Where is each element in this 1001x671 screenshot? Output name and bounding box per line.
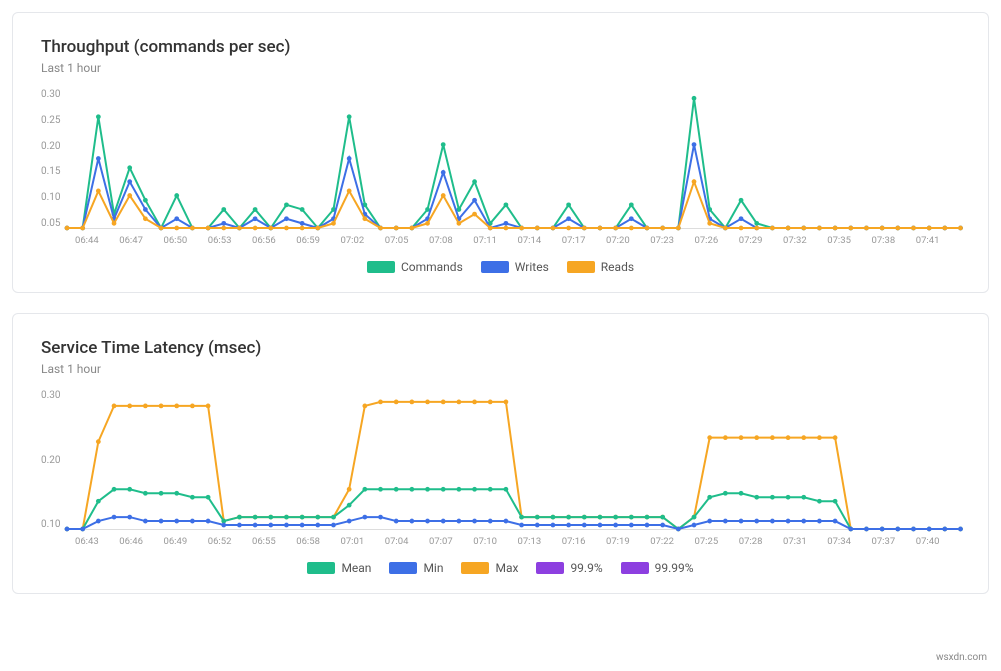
- chart-title: Throughput (commands per sec): [41, 37, 960, 57]
- throughput-chart: 0.300.250.200.150.100.05: [41, 89, 960, 229]
- legend-item-9999[interactable]: 99.99%: [621, 561, 694, 575]
- swatch-icon: [307, 562, 335, 574]
- swatch-icon: [367, 261, 395, 273]
- latency-chart: 0.300.200.10: [41, 390, 960, 530]
- legend-label: Max: [495, 561, 518, 575]
- chart-subtitle: Last 1 hour: [41, 61, 960, 75]
- legend-label: 99.99%: [655, 561, 694, 575]
- throughput-legend: Commands Writes Reads: [41, 260, 960, 274]
- legend-item-commands[interactable]: Commands: [367, 260, 463, 274]
- legend-label: Writes: [515, 260, 549, 274]
- latency-panel: Service Time Latency (msec) Last 1 hour …: [12, 313, 989, 594]
- throughput-panel: Throughput (commands per sec) Last 1 hou…: [12, 12, 989, 293]
- line-chart-svg: [67, 89, 961, 228]
- legend-item-writes[interactable]: Writes: [481, 260, 549, 274]
- chart-subtitle: Last 1 hour: [41, 362, 960, 376]
- line-chart-svg: [67, 390, 961, 529]
- swatch-icon: [567, 261, 595, 273]
- plot-area[interactable]: [67, 390, 961, 530]
- swatch-icon: [536, 562, 564, 574]
- swatch-icon: [621, 562, 649, 574]
- legend-label: Mean: [341, 561, 371, 575]
- x-axis: 06:4406:4706:5006:5306:5606:5907:0207:05…: [75, 229, 960, 246]
- legend-label: Reads: [601, 260, 634, 274]
- legend-item-999[interactable]: 99.9%: [536, 561, 602, 575]
- legend-label: Min: [423, 561, 443, 575]
- swatch-icon: [389, 562, 417, 574]
- chart-title: Service Time Latency (msec): [41, 338, 960, 358]
- legend-item-reads[interactable]: Reads: [567, 260, 634, 274]
- watermark-text: wsxdn.com: [936, 652, 987, 663]
- swatch-icon: [461, 562, 489, 574]
- legend-item-max[interactable]: Max: [461, 561, 518, 575]
- y-axis: 0.300.250.200.150.100.05: [41, 89, 67, 229]
- legend-label: 99.9%: [570, 561, 602, 575]
- x-axis: 06:4306:4606:4906:5206:5506:5807:0107:04…: [75, 530, 960, 547]
- y-axis: 0.300.200.10: [41, 390, 67, 530]
- plot-area[interactable]: [67, 89, 961, 229]
- swatch-icon: [481, 261, 509, 273]
- legend-item-min[interactable]: Min: [389, 561, 443, 575]
- latency-legend: Mean Min Max 99.9% 99.99%: [41, 561, 960, 575]
- legend-item-mean[interactable]: Mean: [307, 561, 371, 575]
- legend-label: Commands: [401, 260, 463, 274]
